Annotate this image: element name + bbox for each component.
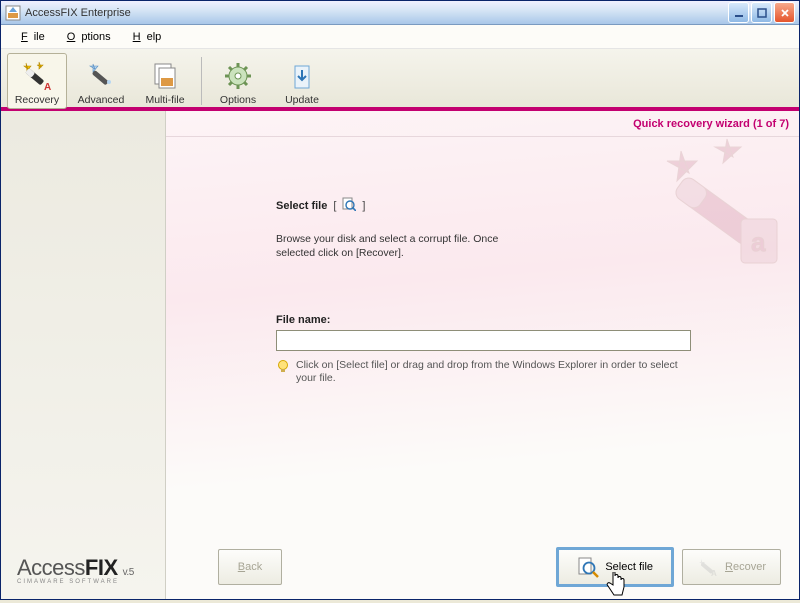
toolbar-label: Options [220, 94, 256, 106]
update-icon [286, 60, 318, 92]
toolbar-label: Multi-file [145, 94, 184, 106]
app-window: AccessFIX Enterprise File Options Help A… [0, 0, 800, 600]
gear-icon [222, 60, 254, 92]
back-button[interactable]: Back [218, 549, 282, 585]
app-icon [5, 5, 21, 21]
lightbulb-icon [276, 359, 290, 373]
hint-text: Click on [Select file] or drag and drop … [296, 359, 691, 385]
close-button[interactable] [774, 2, 795, 23]
title-bar: AccessFIX Enterprise [1, 1, 799, 25]
minimize-button[interactable] [728, 2, 749, 23]
wizard-content: Select file [ ] Browse your disk and sel… [166, 137, 799, 535]
window-controls [728, 2, 795, 23]
wand-icon: A [21, 60, 53, 92]
cursor-hand-icon [605, 572, 627, 600]
recover-button[interactable]: A Recover [682, 549, 781, 585]
menu-bar: File Options Help [1, 25, 799, 49]
multifile-icon [149, 60, 181, 92]
wand-sparkle-icon [85, 60, 117, 92]
toolbar-label: Advanced [78, 94, 125, 106]
toolbar: A Recovery Advanced Multi-file Options [1, 49, 799, 111]
toolbar-label: Recovery [15, 94, 59, 106]
file-name-label: File name: [276, 314, 751, 326]
wizard-footer: Back Select file A Recover [166, 535, 799, 599]
sidebar: AccessFIX v.5 CIMAWARE SOFTWARE [1, 111, 166, 599]
hint-row: Click on [Select file] or drag and drop … [276, 359, 691, 385]
window-title: AccessFIX Enterprise [25, 7, 728, 19]
wand-small-icon: A [697, 556, 719, 578]
toolbar-label: Update [285, 94, 319, 106]
main-panel: a Quick recovery wizard (1 of 7) Select … [166, 111, 799, 599]
toolbar-options[interactable]: Options [208, 53, 268, 109]
magnifier-icon [342, 197, 356, 214]
instruction-text: Browse your disk and select a corrupt fi… [276, 232, 536, 260]
menu-help[interactable]: Help [121, 29, 168, 45]
toolbar-update[interactable]: Update [272, 53, 332, 109]
toolbar-recovery[interactable]: A Recovery [7, 53, 67, 109]
maximize-button[interactable] [751, 2, 772, 23]
svg-text:A: A [44, 82, 51, 92]
toolbar-multifile[interactable]: Multi-file [135, 53, 195, 109]
toolbar-advanced[interactable]: Advanced [71, 53, 131, 109]
select-file-button[interactable]: Select file [556, 547, 674, 587]
brand-logo: AccessFIX v.5 CIMAWARE SOFTWARE [17, 555, 134, 585]
select-file-heading: Select file [ ] [276, 197, 751, 214]
svg-text:A: A [711, 569, 717, 578]
file-name-input[interactable] [276, 330, 691, 351]
magnifier-page-icon [577, 556, 599, 578]
toolbar-separator [201, 57, 202, 105]
button-label: Select file [605, 561, 653, 573]
menu-options[interactable]: Options [55, 29, 117, 45]
button-label: Recover [725, 561, 766, 573]
body-area: AccessFIX v.5 CIMAWARE SOFTWARE a Quick … [1, 111, 799, 599]
menu-file[interactable]: File [9, 29, 51, 45]
